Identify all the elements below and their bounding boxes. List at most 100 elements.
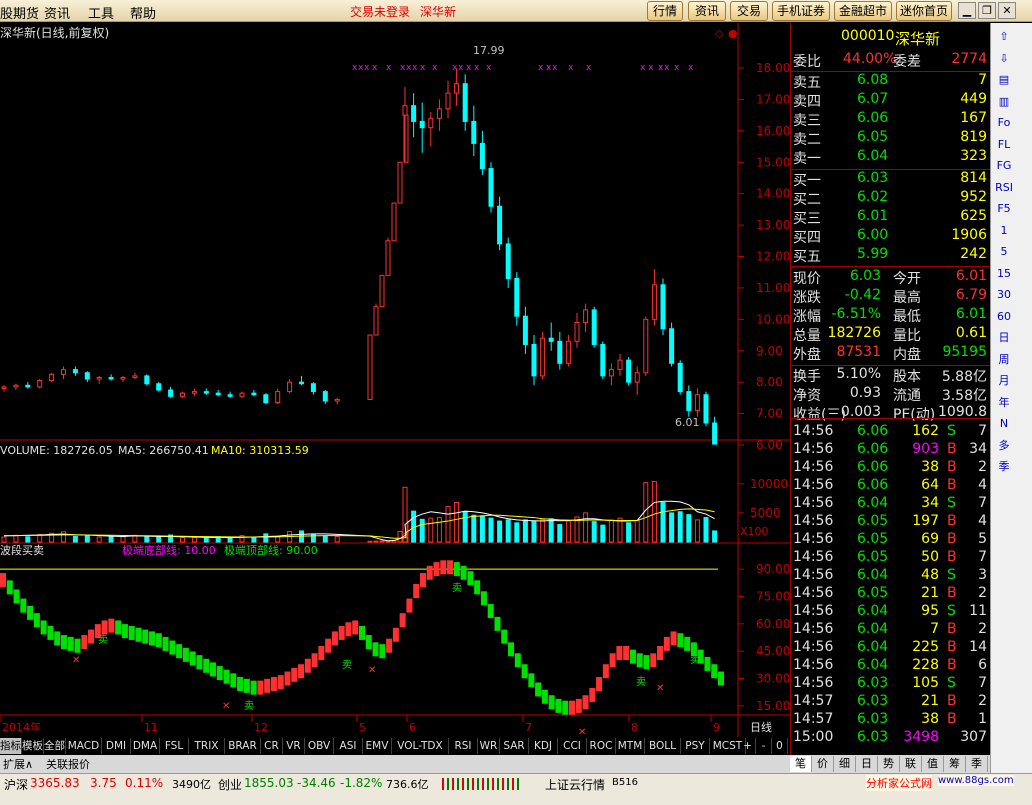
tick-row[interactable]: 14:56 6.06 903 B 34 (791, 441, 991, 460)
tick-row[interactable]: 14:56 6.05 50 B 7 (791, 549, 991, 568)
tab-control-2[interactable]: 0 (772, 738, 788, 754)
toolbar-icon-3[interactable]: ▥ (994, 93, 1014, 111)
indicator-tab-10[interactable]: VR (283, 738, 305, 754)
toolbar-icon-17[interactable]: 年 (994, 394, 1014, 412)
toolbar-icon-13[interactable]: 60 (994, 308, 1014, 326)
ask-row[interactable]: 卖三 6.06 167 (791, 110, 991, 129)
indicator-tab-15[interactable]: RSI (449, 738, 478, 754)
indicator-tab-8[interactable]: BRAR (225, 738, 261, 754)
tick-row[interactable]: 14:57 6.03 38 B 1 (791, 711, 991, 730)
expand-tab[interactable]: 扩展∧ (3, 756, 33, 772)
minimize-icon[interactable]: ▁ (958, 2, 976, 19)
indicator-tab-5[interactable]: DMA (131, 738, 160, 754)
restore-icon[interactable]: ❐ (978, 2, 996, 19)
bid-row[interactable]: 买四 6.00 1906 (791, 227, 991, 246)
indicator-tab-23[interactable]: PSY (681, 738, 710, 754)
kline-chart[interactable]: 深华新(日线,前复权) ◇ ● 18.00 17.00 16.00 15.00 14.0… (0, 23, 790, 738)
tick-row[interactable]: 14:56 6.05 197 B 4 (791, 513, 991, 532)
stat-row[interactable]: 外盘 87531 内盘 95195 (791, 344, 991, 363)
toolbar-icon-2[interactable]: ▤ (994, 71, 1014, 89)
toolbar-icon-10[interactable]: 5 (994, 243, 1014, 261)
bid-row[interactable]: 买三 6.01 625 (791, 208, 991, 227)
indicator-tab-0[interactable]: 指标 (0, 738, 22, 754)
toolbar-icon-18[interactable]: N (994, 415, 1014, 433)
indicator-tab-21[interactable]: MTM (616, 738, 645, 754)
tick-row[interactable]: 15:00 6.03 3498 307 (791, 729, 991, 748)
trade-tab-button[interactable]: 交易 (730, 1, 768, 21)
indicator-tab-11[interactable]: OBV (305, 738, 334, 754)
period-label[interactable]: 日线 (750, 720, 772, 734)
tick-row[interactable]: 14:56 6.06 162 S 7 (791, 423, 991, 442)
toolbar-icon-1[interactable]: ⇩ (994, 50, 1014, 68)
tick-row[interactable]: 14:56 6.04 95 S 11 (791, 603, 991, 622)
toolbar-icon-0[interactable]: ⇧ (994, 28, 1014, 46)
bottom-tab-4[interactable]: 势 (878, 756, 900, 772)
menu-news[interactable]: 资讯 (44, 3, 70, 22)
tab-control-1[interactable]: - (756, 738, 772, 754)
menu-help[interactable]: 帮助 (130, 3, 156, 22)
stat-row[interactable]: 涨跌 -0.42 最高 6.79 (791, 287, 991, 306)
indicator-tab-2[interactable]: 全部 (44, 738, 66, 754)
stat-row[interactable]: 净资 0.93 流通 3.58亿 (791, 385, 991, 404)
indicator-tab-19[interactable]: CCI (558, 738, 587, 754)
stat-row[interactable]: 总量 182726 量比 0.61 (791, 325, 991, 344)
stat-row[interactable]: 现价 6.03 今开 6.01 (791, 268, 991, 287)
toolbar-icon-12[interactable]: 30 (994, 286, 1014, 304)
bottom-tab-2[interactable]: 细 (834, 756, 856, 772)
indicator-tab-17[interactable]: SAR (500, 738, 529, 754)
diamond-icon[interactable]: ◇ (715, 27, 724, 40)
stat-row[interactable]: 收益(三) 0.003 PE(动) 1090.8 (791, 404, 991, 423)
ask-row[interactable]: 卖一 6.04 323 (791, 148, 991, 167)
bottom-tab-6[interactable]: 值 (922, 756, 944, 772)
indicator-tab-1[interactable]: 模板 (22, 738, 44, 754)
toolbar-icon-9[interactable]: 1 (994, 222, 1014, 240)
indicator-tab-16[interactable]: WR (478, 738, 500, 754)
menu-futures[interactable]: 股期货 (0, 3, 39, 22)
toolbar-icon-16[interactable]: 月 (994, 372, 1014, 390)
indicator-tab-9[interactable]: CR (261, 738, 283, 754)
cloud-quote-label[interactable]: 上证云行情 (545, 776, 605, 793)
toolbar-icon-15[interactable]: 周 (994, 351, 1014, 369)
indicator-tab-13[interactable]: EMV (363, 738, 392, 754)
tick-row[interactable]: 14:56 6.04 34 S 7 (791, 495, 991, 514)
tick-row[interactable]: 14:57 6.03 21 B 2 (791, 693, 991, 712)
bottom-tab-1[interactable]: 价 (812, 756, 834, 772)
toolbar-icon-19[interactable]: 多 (994, 437, 1014, 455)
bottom-tab-0[interactable]: 笔 (790, 756, 812, 772)
indicator-tab-22[interactable]: BOLL (645, 738, 681, 754)
indicator-tab-6[interactable]: FSL (160, 738, 189, 754)
bottom-tab-5[interactable]: 联 (900, 756, 922, 772)
bid-row[interactable]: 买二 6.02 952 (791, 189, 991, 208)
toolbar-icon-11[interactable]: 15 (994, 265, 1014, 283)
finance-tab-button[interactable]: 金融超市 (834, 1, 892, 21)
toolbar-icon-5[interactable]: FL (994, 136, 1014, 154)
indicator-tab-12[interactable]: ASI (334, 738, 363, 754)
toolbar-icon-7[interactable]: RSI (994, 179, 1014, 197)
tick-row[interactable]: 14:56 6.04 48 S 3 (791, 567, 991, 586)
toolbar-icon-4[interactable]: Fo (994, 114, 1014, 132)
bottom-tab-8[interactable]: 季 (966, 756, 988, 772)
bottom-tab-3[interactable]: 日 (856, 756, 878, 772)
tick-row[interactable]: 14:56 6.06 64 B 4 (791, 477, 991, 496)
toolbar-icon-20[interactable]: 季 (994, 458, 1014, 476)
indicator-tab-14[interactable]: VOL-TDX (392, 738, 449, 754)
quote-tab-button[interactable]: 行情 (647, 1, 683, 21)
news-tab-button[interactable]: 资讯 (688, 1, 726, 21)
ask-row[interactable]: 卖五 6.08 7 (791, 72, 991, 91)
tick-row[interactable]: 14:56 6.03 105 S 7 (791, 675, 991, 694)
tick-row[interactable]: 14:56 6.04 7 B 2 (791, 621, 991, 640)
indicator-tab-4[interactable]: DMI (102, 738, 131, 754)
indicator-tab-3[interactable]: MACD (66, 738, 102, 754)
bottom-tab-7[interactable]: 筹 (944, 756, 966, 772)
related-quote-tab[interactable]: 关联报价 (46, 756, 90, 772)
bid-row[interactable]: 买一 6.03 814 (791, 170, 991, 189)
ask-row[interactable]: 卖二 6.05 819 (791, 129, 991, 148)
mini-home-button[interactable]: 迷你首页 (896, 1, 952, 21)
indicator-tab-7[interactable]: TRIX (189, 738, 225, 754)
indicator-tab-20[interactable]: ROC (587, 738, 616, 754)
mobile-tab-button[interactable]: 手机证券 (772, 1, 830, 21)
tick-row[interactable]: 14:56 6.05 21 B 2 (791, 585, 991, 604)
indicator-tab-18[interactable]: KDJ (529, 738, 558, 754)
close-icon[interactable]: ✕ (998, 2, 1016, 19)
bid-row[interactable]: 买五 5.99 242 (791, 246, 991, 265)
